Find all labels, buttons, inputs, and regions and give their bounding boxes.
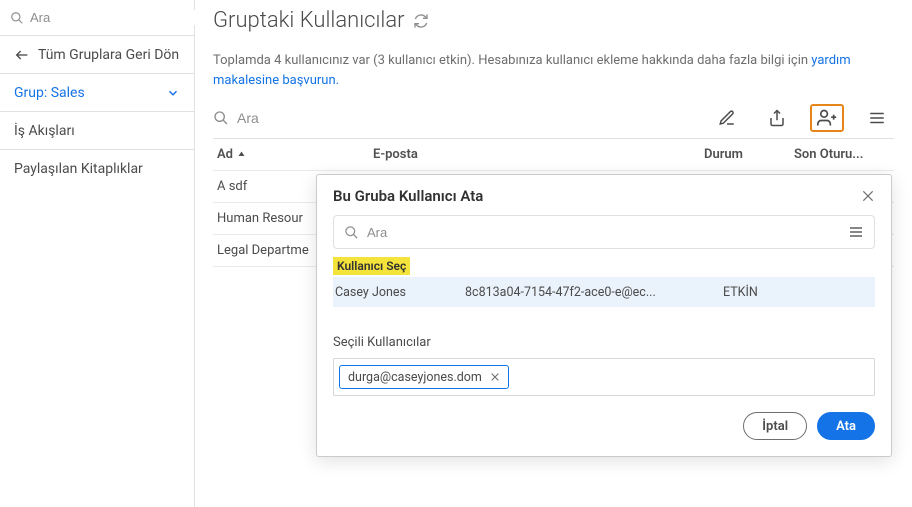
search-icon bbox=[213, 110, 229, 126]
export-button[interactable] bbox=[760, 104, 794, 132]
modal-section-label: Kullanıcı Seç bbox=[333, 257, 410, 275]
sidebar-group-label: Grup: Sales bbox=[14, 85, 85, 101]
assign-button[interactable]: Ata bbox=[817, 412, 875, 440]
user-name: Casey Jones bbox=[335, 285, 465, 300]
sort-asc-icon bbox=[237, 150, 246, 159]
modal-options-button[interactable] bbox=[848, 224, 864, 240]
sidebar: Tüm Gruplara Geri Dön Grup: Sales İş Akı… bbox=[0, 0, 195, 507]
toolbar bbox=[213, 104, 894, 139]
modal-title: Bu Gruba Kullanıcı Ata bbox=[333, 187, 483, 205]
col-header-last[interactable]: Son Oturu... bbox=[794, 147, 894, 162]
sidebar-item-label: Paylaşılan Kitaplıklar bbox=[14, 161, 143, 177]
modal-search-input[interactable] bbox=[367, 225, 840, 240]
search-icon bbox=[10, 11, 24, 25]
edit-button[interactable] bbox=[710, 104, 744, 132]
user-status: ETKİN bbox=[723, 285, 873, 300]
sidebar-item-workflows[interactable]: İş Akışları bbox=[0, 112, 194, 150]
modal-header: Bu Gruba Kullanıcı Ata bbox=[317, 175, 891, 215]
modal-user-list: Casey Jones 8c813a04-7154-47f2-ace0-e@ec… bbox=[333, 277, 875, 307]
sidebar-search-input[interactable] bbox=[30, 10, 206, 25]
sidebar-back[interactable]: Tüm Gruplara Geri Dön bbox=[0, 36, 194, 74]
sidebar-item-label: İş Akışları bbox=[14, 123, 75, 139]
toolbar-search-input[interactable] bbox=[237, 110, 418, 126]
modal-search[interactable] bbox=[333, 215, 875, 249]
selected-user-chip[interactable]: durga@caseyjones.dom bbox=[339, 365, 509, 389]
add-user-to-group-button[interactable] bbox=[810, 104, 844, 132]
menu-button[interactable] bbox=[860, 104, 894, 132]
sidebar-item-shared-libs[interactable]: Paylaşılan Kitaplıklar bbox=[0, 150, 194, 188]
modal-user-row[interactable]: Casey Jones 8c813a04-7154-47f2-ace0-e@ec… bbox=[333, 277, 875, 307]
col-header-email[interactable]: E-posta bbox=[373, 147, 704, 162]
sidebar-search[interactable] bbox=[0, 0, 194, 36]
selected-users-box[interactable]: durga@caseyjones.dom bbox=[333, 358, 875, 396]
table-header: Ad E-posta Durum Son Oturu... bbox=[213, 139, 894, 171]
col-header-name[interactable]: Ad bbox=[213, 147, 373, 162]
sidebar-back-label: Tüm Gruplara Geri Dön bbox=[38, 47, 179, 63]
chevron-down-icon bbox=[166, 86, 180, 100]
assign-users-modal: Bu Gruba Kullanıcı Ata Kullanıcı Seç Cas… bbox=[316, 174, 892, 457]
page-title-text: Gruptaki Kullanıcılar bbox=[213, 8, 405, 33]
arrow-left-icon bbox=[14, 47, 30, 63]
chip-remove-button[interactable] bbox=[490, 372, 500, 382]
help-pre: Toplamda 4 kullanıcınız var (3 kullanıcı… bbox=[213, 53, 811, 68]
help-text: Toplamda 4 kullanıcınız var (3 kullanıcı… bbox=[213, 51, 894, 90]
page-title: Gruptaki Kullanıcılar bbox=[213, 8, 894, 33]
refresh-icon[interactable] bbox=[413, 13, 429, 29]
user-email: 8c813a04-7154-47f2-ace0-e@ec... bbox=[465, 285, 723, 300]
cancel-button[interactable]: İptal bbox=[743, 412, 807, 440]
toolbar-search[interactable] bbox=[213, 110, 710, 126]
chip-text: durga@caseyjones.dom bbox=[348, 370, 482, 385]
modal-close-button[interactable] bbox=[861, 189, 875, 203]
sidebar-group[interactable]: Grup: Sales bbox=[0, 74, 194, 112]
col-header-status[interactable]: Durum bbox=[704, 147, 794, 162]
modal-footer: İptal Ata bbox=[317, 396, 891, 456]
search-icon bbox=[344, 225, 359, 240]
selected-users-label: Seçili Kullanıcılar bbox=[333, 335, 875, 350]
toolbar-actions bbox=[710, 104, 894, 132]
